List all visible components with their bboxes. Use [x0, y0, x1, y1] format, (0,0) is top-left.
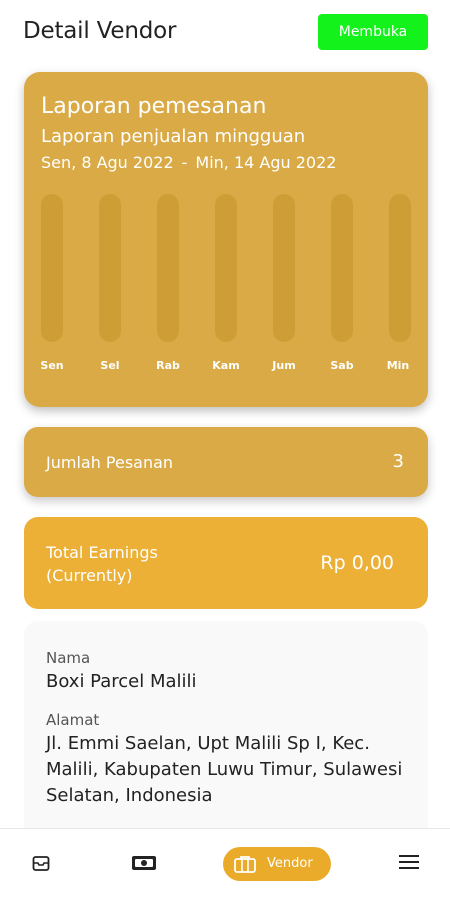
inbox-icon	[32, 856, 50, 871]
page-title: Detail Vendor	[23, 18, 177, 44]
nav-item-inbox[interactable]	[32, 854, 50, 876]
app-header: Detail Vendor Membuka	[0, 0, 450, 66]
date-end: Min, 14 Agu 2022	[195, 153, 337, 172]
date-separator: -	[181, 153, 188, 172]
weekly-bars	[41, 194, 415, 344]
bar-kam	[215, 194, 237, 342]
nav-item-menu[interactable]	[399, 854, 419, 874]
order-report-card: Laporan pemesanan Laporan penjualan ming…	[24, 72, 428, 407]
order-count-value: 3	[392, 451, 404, 472]
bar-rab	[157, 194, 179, 342]
open-button[interactable]: Membuka	[318, 14, 428, 50]
vendor-info-card: Nama Boxi Parcel Malili Alamat Jl. Emmi …	[24, 621, 428, 851]
briefcase-icon	[234, 856, 256, 873]
date-start: Sen, 8 Agu 2022	[41, 153, 174, 172]
day-label: Sel	[100, 359, 120, 372]
earnings-label-line2: (Currently)	[46, 566, 133, 585]
nav-item-vendor[interactable]: Vendor	[223, 847, 331, 881]
day-label: Kam	[212, 359, 240, 372]
day-label: Sen	[40, 359, 64, 372]
day-label: Jum	[272, 359, 296, 372]
order-count-card: Jumlah Pesanan 3	[24, 427, 428, 497]
report-date-range: Sen, 8 Agu 2022- Min, 14 Agu 2022	[41, 153, 336, 172]
earnings-value: Rp 0,00	[320, 552, 394, 574]
money-icon	[132, 856, 156, 870]
day-label: Min	[386, 359, 410, 372]
vendor-address: Jl. Emmi Saelan, Upt Malili Sp I, Kec. M…	[46, 733, 403, 806]
report-title: Laporan pemesanan	[41, 94, 267, 119]
day-label: Sab	[330, 359, 354, 372]
order-count-label: Jumlah Pesanan	[46, 453, 174, 472]
vendor-name: Boxi Parcel Malili	[46, 671, 197, 692]
bar-min	[389, 194, 411, 342]
report-subtitle: Laporan penjualan mingguan	[41, 126, 306, 147]
bar-sen	[41, 194, 63, 342]
earnings-card: Total Earnings (Currently) Rp 0,00	[24, 517, 428, 609]
nav-item-money[interactable]	[131, 854, 157, 876]
bar-sel	[99, 194, 121, 342]
nav-vendor-label: Vendor	[267, 856, 313, 871]
bar-sab	[331, 194, 353, 342]
menu-icon	[399, 855, 419, 869]
earnings-label: Total Earnings (Currently)	[46, 541, 158, 587]
bar-jum	[273, 194, 295, 342]
bottom-navigation: Vendor	[0, 828, 450, 901]
day-label: Rab	[156, 359, 180, 372]
earnings-label-line1: Total Earnings	[46, 543, 158, 562]
vendor-name-label: Nama	[46, 649, 91, 667]
vendor-address-label: Alamat	[46, 711, 100, 729]
